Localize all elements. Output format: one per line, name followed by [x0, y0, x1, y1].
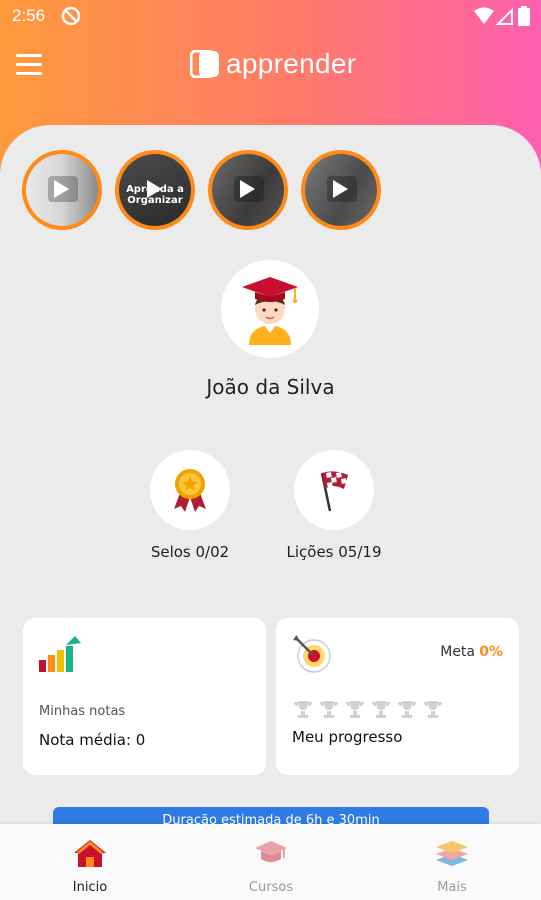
- average-grade: Nota média: 0: [39, 731, 146, 749]
- trophy-icon: [294, 701, 312, 718]
- avatar[interactable]: [221, 260, 319, 358]
- trophy-icon: [346, 701, 364, 718]
- nav-mais[interactable]: Mais: [402, 838, 502, 895]
- brand: apprender: [190, 46, 356, 82]
- home-icon: [74, 840, 106, 867]
- wifi-icon: [474, 7, 494, 24]
- main-content: Aprenda a Organizar João da Silva Selos …: [0, 125, 541, 825]
- grades-card-subtitle: Minhas notas: [39, 704, 126, 719]
- story-video-4[interactable]: [301, 150, 381, 230]
- play-icon: [240, 180, 255, 198]
- lessons-label: Lições 05/19: [286, 543, 382, 561]
- brand-name: apprender: [226, 48, 357, 79]
- progress-card[interactable]: Meta 0% Meu progresso: [276, 618, 519, 775]
- nav-label-cursos: Cursos: [248, 880, 294, 895]
- user-name: João da Silva: [206, 375, 335, 399]
- badges-label: Selos 0/02: [150, 543, 230, 561]
- play-icon: [333, 180, 348, 198]
- goal-value: 0%: [479, 644, 503, 660]
- status-time: 2:56: [12, 6, 46, 25]
- lessons-button[interactable]: [294, 450, 374, 530]
- bottom-navigation: Inicio Cursos Mais: [0, 824, 541, 900]
- story-video-2[interactable]: Aprenda a Organizar: [115, 150, 195, 230]
- trophy-icon: [372, 701, 390, 718]
- target-icon: [293, 635, 331, 673]
- trophy-icon: [424, 701, 442, 718]
- trophy-icon: [320, 701, 338, 718]
- checkered-flag-icon: [320, 471, 348, 512]
- story-video-3[interactable]: [208, 150, 288, 230]
- signal-icon: [496, 7, 513, 25]
- play-icon: [147, 180, 162, 198]
- trophy-icon: [398, 701, 416, 718]
- trophies-row: [292, 700, 444, 718]
- nav-inicio[interactable]: Inicio: [40, 838, 140, 895]
- duration-banner: Duração estimada de 6h e 30min: [53, 807, 489, 825]
- do-not-disturb-icon: [61, 6, 81, 26]
- layers-icon: [436, 841, 468, 866]
- story-video-1[interactable]: [22, 150, 102, 230]
- badges-button[interactable]: [150, 450, 230, 530]
- apprender-logo-icon: [190, 50, 219, 78]
- progress-label: Meu progresso: [292, 728, 403, 746]
- medal-icon: [174, 469, 206, 512]
- status-bar: 2:56: [0, 0, 541, 32]
- growth-chart-icon: [39, 636, 81, 672]
- battery-icon: [518, 6, 530, 26]
- graduation-cap-icon: [255, 841, 287, 862]
- graduate-avatar-icon: [242, 277, 298, 345]
- grades-card[interactable]: Minhas notas Nota média: 0: [23, 618, 266, 775]
- nav-label-inicio: Inicio: [72, 880, 108, 895]
- nav-label-mais: Mais: [437, 880, 467, 895]
- play-icon: [54, 180, 69, 198]
- goal-label: Meta: [440, 644, 475, 660]
- hamburger-menu-icon[interactable]: [16, 54, 42, 76]
- nav-cursos[interactable]: Cursos: [221, 838, 321, 895]
